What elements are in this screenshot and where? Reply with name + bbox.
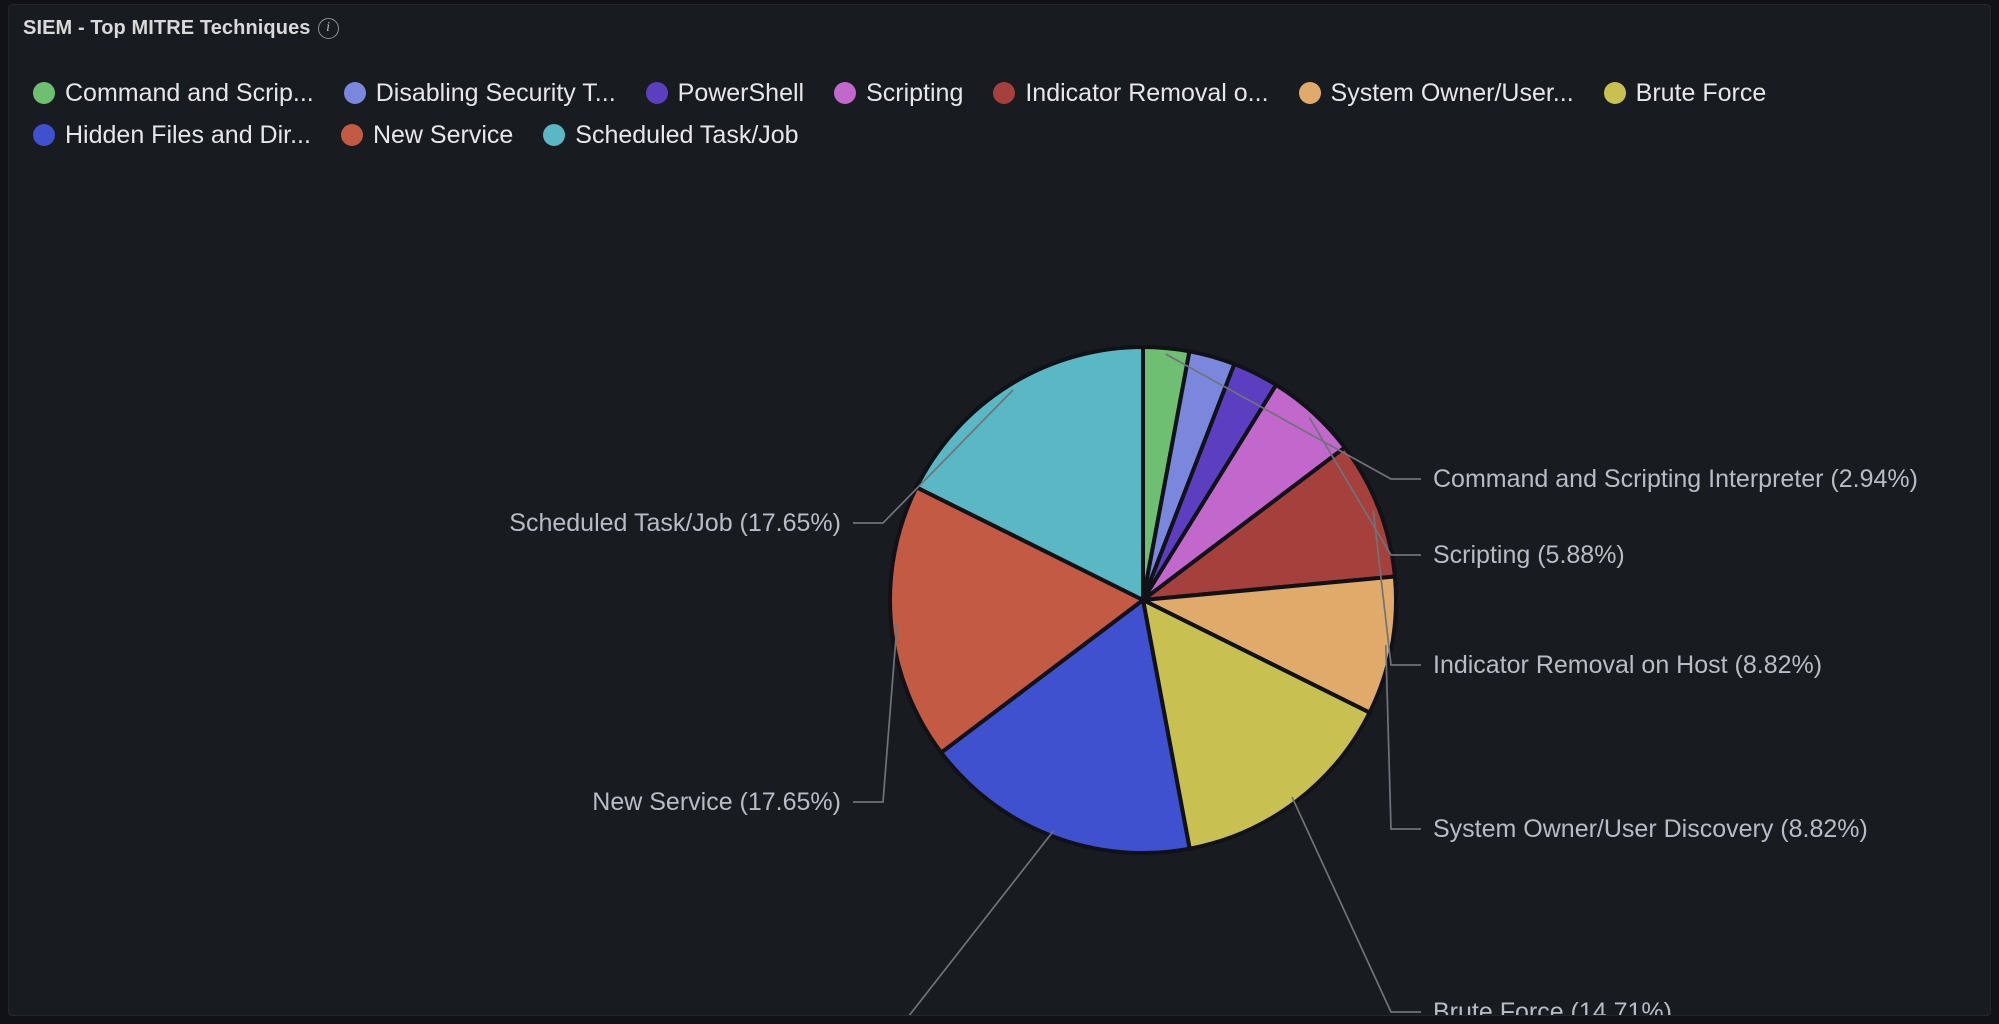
- legend-item-label: System Owner/User...: [1330, 78, 1574, 107]
- legend-item-label: Command and Scrip...: [65, 78, 314, 107]
- legend-swatch-icon: [33, 124, 55, 146]
- legend-item[interactable]: Disabling Security T...: [343, 77, 616, 109]
- legend-item[interactable]: PowerShell: [645, 77, 805, 109]
- legend-item[interactable]: Scripting: [834, 77, 963, 109]
- pie-slice-label: New Service (17.65%): [592, 788, 841, 816]
- legend-swatch-icon: [33, 82, 55, 104]
- legend-swatch-icon: [343, 82, 366, 104]
- pie-label-leader-line: [853, 622, 898, 803]
- legend-item[interactable]: System Owner/User...: [1298, 77, 1574, 109]
- legend-item[interactable]: New Service: [340, 119, 514, 151]
- page-title: SIEM - Top MITRE Techniques: [23, 16, 311, 39]
- legend-item-label: Scripting: [866, 78, 964, 107]
- panel-siem-top-mitre-techniques: SIEM - Top MITRE Techniques i Command an…: [8, 4, 1991, 1016]
- pie-chart-area: Command and Scripting Interpreter (2.94%…: [9, 175, 1991, 1015]
- legend-item-label: New Service: [372, 120, 514, 149]
- legend-swatch-icon: [543, 124, 566, 146]
- legend-swatch-icon: [340, 124, 363, 146]
- pie-slice-label: Brute Force (14.71%): [1433, 998, 1672, 1015]
- legend-swatch-icon: [834, 82, 857, 104]
- pie-label-leader-line: [908, 829, 1055, 1015]
- legend-item[interactable]: Scheduled Task/Job: [543, 119, 799, 151]
- legend-swatch-icon: [1603, 82, 1626, 104]
- info-icon[interactable]: i: [317, 17, 339, 39]
- legend-item[interactable]: Hidden Files and Dir...: [33, 119, 311, 151]
- pie-slice-label: Scripting (5.88%): [1433, 541, 1625, 569]
- pie-slice-label: Indicator Removal on Host (8.82%): [1433, 651, 1822, 679]
- pie-slice-label: System Owner/User Discovery (8.82%): [1433, 815, 1868, 843]
- legend-item[interactable]: Command and Scrip...: [33, 77, 314, 109]
- legend-swatch-icon: [993, 82, 1016, 104]
- chart-legend: Command and Scrip... Disabling Security T…: [33, 77, 1973, 151]
- legend-item[interactable]: Indicator Removal o...: [993, 77, 1269, 109]
- legend-item-label: Indicator Removal o...: [1025, 78, 1269, 107]
- legend-item-label: Brute Force: [1635, 78, 1767, 107]
- legend-swatch-icon: [645, 82, 668, 104]
- legend-item-label: Hidden Files and Dir...: [65, 120, 311, 149]
- legend-item-label: Scheduled Task/Job: [575, 120, 799, 149]
- pie-chart[interactable]: Command and Scripting Interpreter (2.94%…: [9, 175, 1991, 1015]
- pie-label-leader-line: [1384, 645, 1421, 830]
- pie-slice-label: Command and Scripting Interpreter (2.94%…: [1433, 465, 1918, 493]
- legend-item-label: Disabling Security T...: [375, 78, 616, 107]
- legend-item-label: PowerShell: [677, 78, 805, 107]
- pie-slice-label: Scheduled Task/Job (17.65%): [509, 509, 841, 537]
- panel-header: SIEM - Top MITRE Techniques i: [9, 5, 339, 51]
- legend-item[interactable]: Brute Force: [1603, 77, 1767, 109]
- legend-swatch-icon: [1298, 82, 1321, 104]
